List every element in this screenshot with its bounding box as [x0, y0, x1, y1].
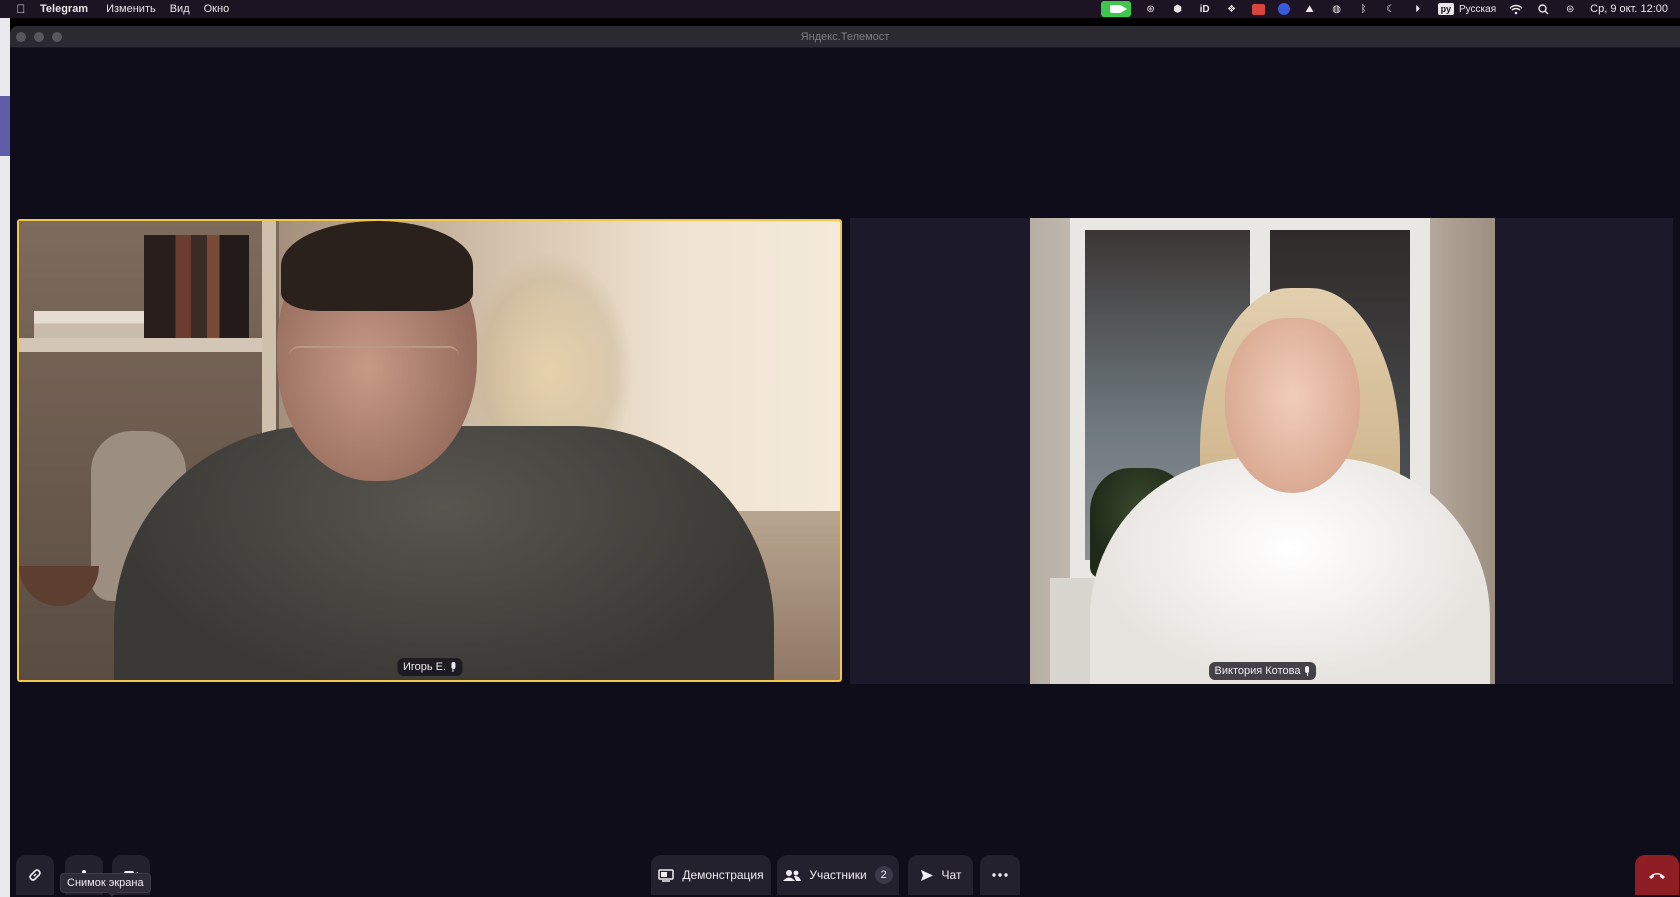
activity-icon[interactable]: ◍ — [1330, 3, 1344, 15]
window-title: Яндекс.Телемост — [800, 30, 890, 43]
mountains-icon[interactable]: ⛰ — [1303, 3, 1317, 15]
apple-icon[interactable]:  — [14, 2, 28, 16]
play-circle-icon[interactable]: ⏵ — [1411, 3, 1425, 15]
video-tile-participant-2[interactable]: Виктория Котова — [1030, 218, 1495, 684]
minimize-window-button[interactable] — [34, 32, 44, 42]
menu-window[interactable]: Окно — [204, 3, 230, 15]
camera-in-use-icon[interactable] — [1100, 1, 1131, 17]
participant-name-label: Игорь Е. — [396, 658, 463, 676]
traffic-lights — [16, 32, 62, 42]
menu-view[interactable]: Вид — [170, 3, 190, 15]
chat-label: Чат — [941, 868, 962, 882]
zoom-window-button[interactable] — [52, 32, 62, 42]
video-tile-participant-1[interactable]: Игорь Е. — [17, 219, 842, 682]
background-app-strip — [0, 18, 10, 897]
mic-icon — [450, 662, 456, 672]
send-icon — [920, 869, 933, 881]
telemost-window: Яндекс.Телемост Игорь Е. Виктория Котова… — [10, 26, 1680, 897]
copy-link-button[interactable] — [16, 855, 54, 895]
chat-button[interactable]: Чат — [908, 855, 973, 895]
input-language-label[interactable]: Русская — [1459, 4, 1496, 15]
participants-icon — [783, 869, 802, 881]
dropbox-icon[interactable]: ❖ — [1225, 3, 1239, 15]
close-window-button[interactable] — [16, 32, 26, 42]
participant-name: Игорь Е. — [402, 661, 447, 673]
phone-hangup-icon — [1649, 872, 1665, 879]
macos-menubar:  Telegram Изменить Вид Окно ⊛ ⬢ iD ❖ ⛰ … — [0, 0, 1680, 18]
window-titlebar[interactable]: Яндекс.Телемост — [10, 26, 1680, 48]
participant-video-person — [114, 426, 774, 680]
participant-name: Виктория Котова — [1214, 665, 1301, 677]
participants-label: Участники — [809, 868, 867, 882]
screen-share-label: Демонстрация — [682, 868, 764, 882]
participants-count-badge: 2 — [874, 866, 893, 884]
more-dots-icon — [992, 873, 1008, 877]
menu-edit[interactable]: Изменить — [106, 3, 156, 15]
wifi-icon[interactable] — [1509, 3, 1523, 15]
screen-share-icon — [658, 868, 675, 882]
recorder-icon[interactable] — [1251, 3, 1265, 15]
menubar-clock[interactable]: Ср, 9 окт. 12:00 — [1590, 3, 1668, 15]
link-icon — [29, 869, 41, 881]
moon-icon[interactable]: ☾ — [1384, 3, 1398, 15]
chatgpt-icon[interactable]: ⊛ — [1144, 3, 1158, 15]
zoom-icon[interactable] — [1277, 3, 1290, 15]
menubar-tray: ⊛ ⬢ iD ❖ ⛰ ◍ ᛒ ☾ ⏵ ру Русская ⊜ Ср, 9 ок… — [1100, 1, 1680, 17]
screenshot-tooltip: Снимок экрана — [60, 873, 151, 897]
hang-up-button[interactable] — [1635, 855, 1679, 895]
menu-app-name[interactable]: Telegram — [40, 3, 88, 15]
bluetooth-icon[interactable]: ᛒ — [1357, 3, 1371, 15]
participant-name-label: Виктория Котова — [1208, 662, 1317, 680]
participants-button[interactable]: Участники 2 — [777, 855, 899, 895]
input-source-badge[interactable]: ру — [1437, 3, 1454, 15]
books-image — [144, 235, 249, 338]
search-icon[interactable] — [1536, 3, 1550, 15]
cube-icon[interactable]: ⬢ — [1171, 3, 1185, 15]
mic-icon — [1304, 666, 1310, 676]
more-options-button[interactable] — [980, 855, 1020, 895]
screen-share-button[interactable]: Демонстрация — [651, 855, 771, 895]
id-icon[interactable]: iD — [1198, 3, 1212, 15]
control-center-icon[interactable]: ⊜ — [1563, 3, 1577, 15]
